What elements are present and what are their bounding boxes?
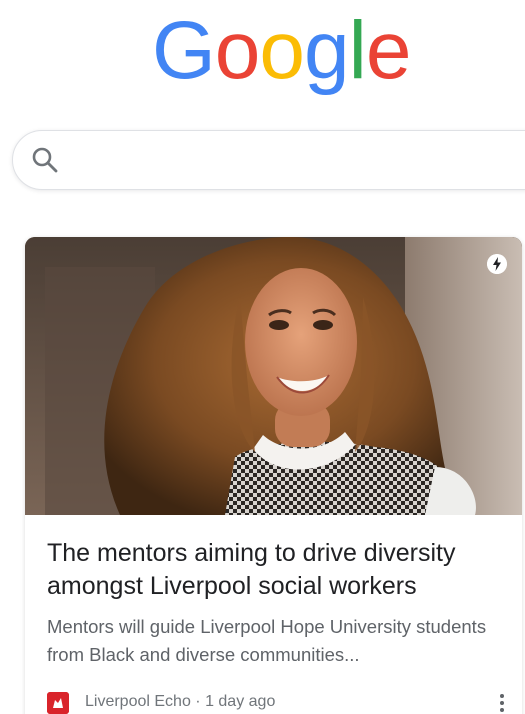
article-source: Liverpool Echo · 1 day ago [85,693,275,711]
liverpool-echo-favicon-icon [47,692,69,714]
article-headline[interactable]: The mentors aiming to drive diversity am… [47,537,507,603]
source-name: Liverpool Echo [85,693,191,710]
search-icon[interactable] [31,146,59,174]
search-bar[interactable] [12,130,525,190]
logo-letter: l [348,5,367,96]
logo-letter: g [304,5,350,96]
news-card[interactable]: The mentors aiming to drive diversity am… [25,237,522,714]
google-logo-text: Google [152,5,412,96]
logo-letter: e [365,5,412,96]
more-vert-icon[interactable] [497,691,507,714]
article-image[interactable] [25,237,522,515]
logo-letter: o [214,5,261,96]
amp-lightning-icon [487,254,507,274]
article-source-row: Liverpool Echo · 1 day ago [47,691,507,714]
google-logo: Google [0,0,525,98]
google-discover-page: Google The mentors aiming to drive diver… [0,0,525,714]
source-separator: · [190,693,206,710]
article-age: 1 day ago [205,693,276,710]
logo-letter: o [259,5,305,96]
article-photo [25,237,522,515]
article-snippet: Mentors will guide Liverpool Hope Univer… [47,616,487,665]
logo-letter: G [152,5,216,96]
